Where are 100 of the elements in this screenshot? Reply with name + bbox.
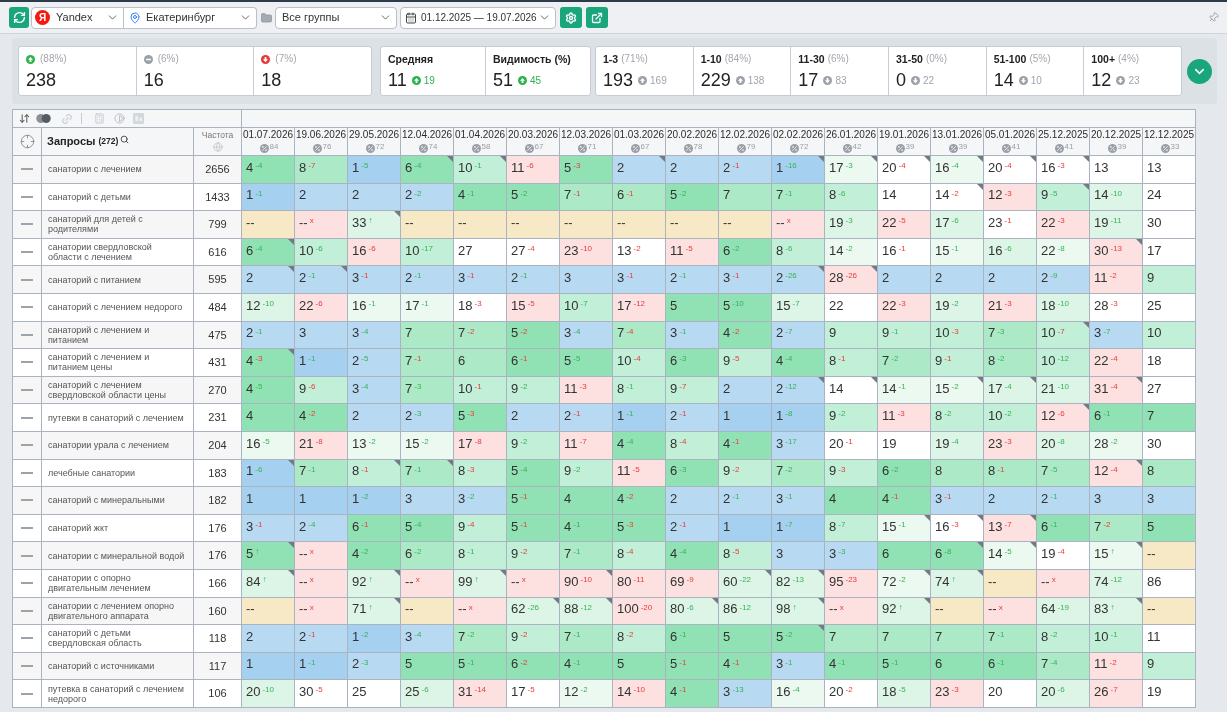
rank-value: 2	[670, 159, 678, 175]
rank-value: 2	[723, 159, 731, 175]
dash-icon[interactable]	[21, 361, 33, 364]
rank-change: -6	[255, 464, 263, 474]
rank-value: 17	[935, 215, 950, 230]
percent-icon	[630, 144, 640, 153]
date-label[interactable]: 12.12.2025	[1143, 129, 1195, 141]
rank-value: 5	[882, 656, 890, 672]
date-label[interactable]: 20.12.2025	[1090, 129, 1142, 141]
count-label: 74	[428, 142, 438, 151]
dash-icon[interactable]	[21, 444, 33, 447]
date-label[interactable]: 13.01.2026	[931, 129, 983, 141]
query-header[interactable]: Запросы	[47, 133, 96, 150]
export-button[interactable]	[586, 7, 608, 28]
date-label[interactable]: 20.03.2026	[507, 129, 559, 141]
dash-icon[interactable]	[21, 499, 33, 502]
count-label: 71	[587, 142, 597, 151]
rank-change: ↑	[1110, 547, 1115, 557]
rank-change: -2	[467, 630, 475, 640]
rank-value: 2	[299, 628, 307, 644]
dash-icon[interactable]	[21, 278, 33, 281]
dash-icon[interactable]	[21, 582, 33, 585]
rank-change: -1	[520, 271, 528, 281]
dash-icon[interactable]	[21, 195, 33, 198]
globe-icon[interactable]	[212, 142, 223, 152]
rank-change: -2	[1109, 271, 1117, 281]
rank-change: -3	[1110, 298, 1118, 308]
rank-value: 9	[882, 325, 890, 341]
rank-value: 28	[1094, 297, 1109, 313]
rank-value: 5	[670, 656, 678, 672]
rank-value: 22	[882, 215, 897, 230]
overlapping-circles-icon[interactable]	[36, 114, 51, 123]
rank-value: 2	[723, 490, 731, 506]
date-label[interactable]: 01.07.2026	[242, 129, 294, 141]
calculator-icon[interactable]	[94, 113, 105, 124]
rank-value: --	[299, 215, 308, 230]
rank-change: -2	[1109, 657, 1117, 667]
date-label[interactable]: 19.01.2026	[878, 129, 930, 141]
rank-change: -14	[474, 685, 487, 695]
dash-icon[interactable]	[21, 554, 33, 557]
rank-value: 7	[405, 380, 413, 396]
date-label[interactable]: 12.04.2026	[401, 129, 453, 141]
settings-button[interactable]	[560, 7, 582, 28]
date-label[interactable]: 19.06.2026	[295, 129, 347, 141]
group-select[interactable]: Все группы	[275, 6, 397, 29]
percent-icon	[312, 144, 322, 153]
dash-icon[interactable]	[21, 389, 33, 392]
dash-icon[interactable]	[21, 168, 33, 171]
sort-icon[interactable]	[19, 113, 30, 124]
dash-icon[interactable]	[21, 416, 33, 419]
frequency-header[interactable]: Частота	[201, 129, 234, 141]
rank-change: -1	[732, 161, 740, 170]
dash-icon[interactable]	[21, 692, 33, 695]
rank-value: --	[617, 215, 626, 230]
rank-change: -1	[944, 354, 952, 364]
date-label[interactable]: 01.04.2026	[454, 129, 506, 141]
dash-icon[interactable]	[21, 223, 33, 226]
rank-value: 9	[511, 628, 519, 644]
dash-icon[interactable]	[21, 306, 33, 309]
expand-button[interactable]	[1187, 58, 1212, 84]
rank-change: -10	[262, 298, 275, 308]
rank-value: 2	[617, 159, 625, 175]
rank-change: -4	[1050, 657, 1058, 667]
date-label[interactable]: 05.01.2026	[984, 129, 1036, 141]
rank-value: 28	[829, 270, 844, 286]
stat-label: 11-30	[798, 53, 825, 65]
date-label[interactable]: 12.02.2026	[719, 129, 771, 141]
share-label: (5%)	[1029, 53, 1051, 65]
tile-icon[interactable]	[133, 113, 144, 124]
refresh-button[interactable]	[9, 7, 29, 28]
rank-value: --	[670, 215, 679, 230]
dash-icon[interactable]	[21, 637, 33, 640]
date-label[interactable]: 12.03.2026	[560, 129, 612, 141]
rank-value: 9	[935, 352, 943, 368]
date-label[interactable]: 25.12.2025	[1037, 129, 1089, 141]
contrast-icon[interactable]	[114, 113, 125, 124]
rank-value: 1	[352, 628, 360, 644]
date-label[interactable]: 20.02.2026	[666, 129, 718, 141]
dash-icon[interactable]	[21, 333, 33, 336]
region-select[interactable]: Екатеринбург	[124, 6, 257, 29]
dash-icon[interactable]	[21, 251, 33, 254]
percent-icon	[365, 144, 375, 153]
date-label[interactable]: 02.02.2026	[772, 129, 824, 141]
rank-change: -3	[951, 519, 959, 529]
date-label[interactable]: 26.01.2026	[825, 129, 877, 141]
rank-value: 20	[829, 684, 844, 700]
crosshair-icon[interactable]	[19, 134, 35, 149]
rank-change: -4	[679, 436, 687, 446]
search-engine-select[interactable]: Я Yandex	[31, 6, 124, 29]
dash-icon[interactable]	[21, 471, 33, 474]
rank-value: 8	[299, 159, 307, 175]
rank-value: 2	[246, 325, 254, 341]
date-label[interactable]: 29.05.2026	[348, 129, 400, 141]
dash-icon[interactable]	[21, 609, 33, 612]
date-label[interactable]: 01.03.2026	[613, 129, 665, 141]
rank-value: 4	[564, 518, 572, 534]
rank-value: 5	[617, 656, 625, 672]
period-select[interactable]: 01.12.2025 — 19.07.2026	[400, 6, 556, 29]
search-icon[interactable]	[120, 135, 130, 144]
rank-change: -1	[361, 464, 369, 474]
